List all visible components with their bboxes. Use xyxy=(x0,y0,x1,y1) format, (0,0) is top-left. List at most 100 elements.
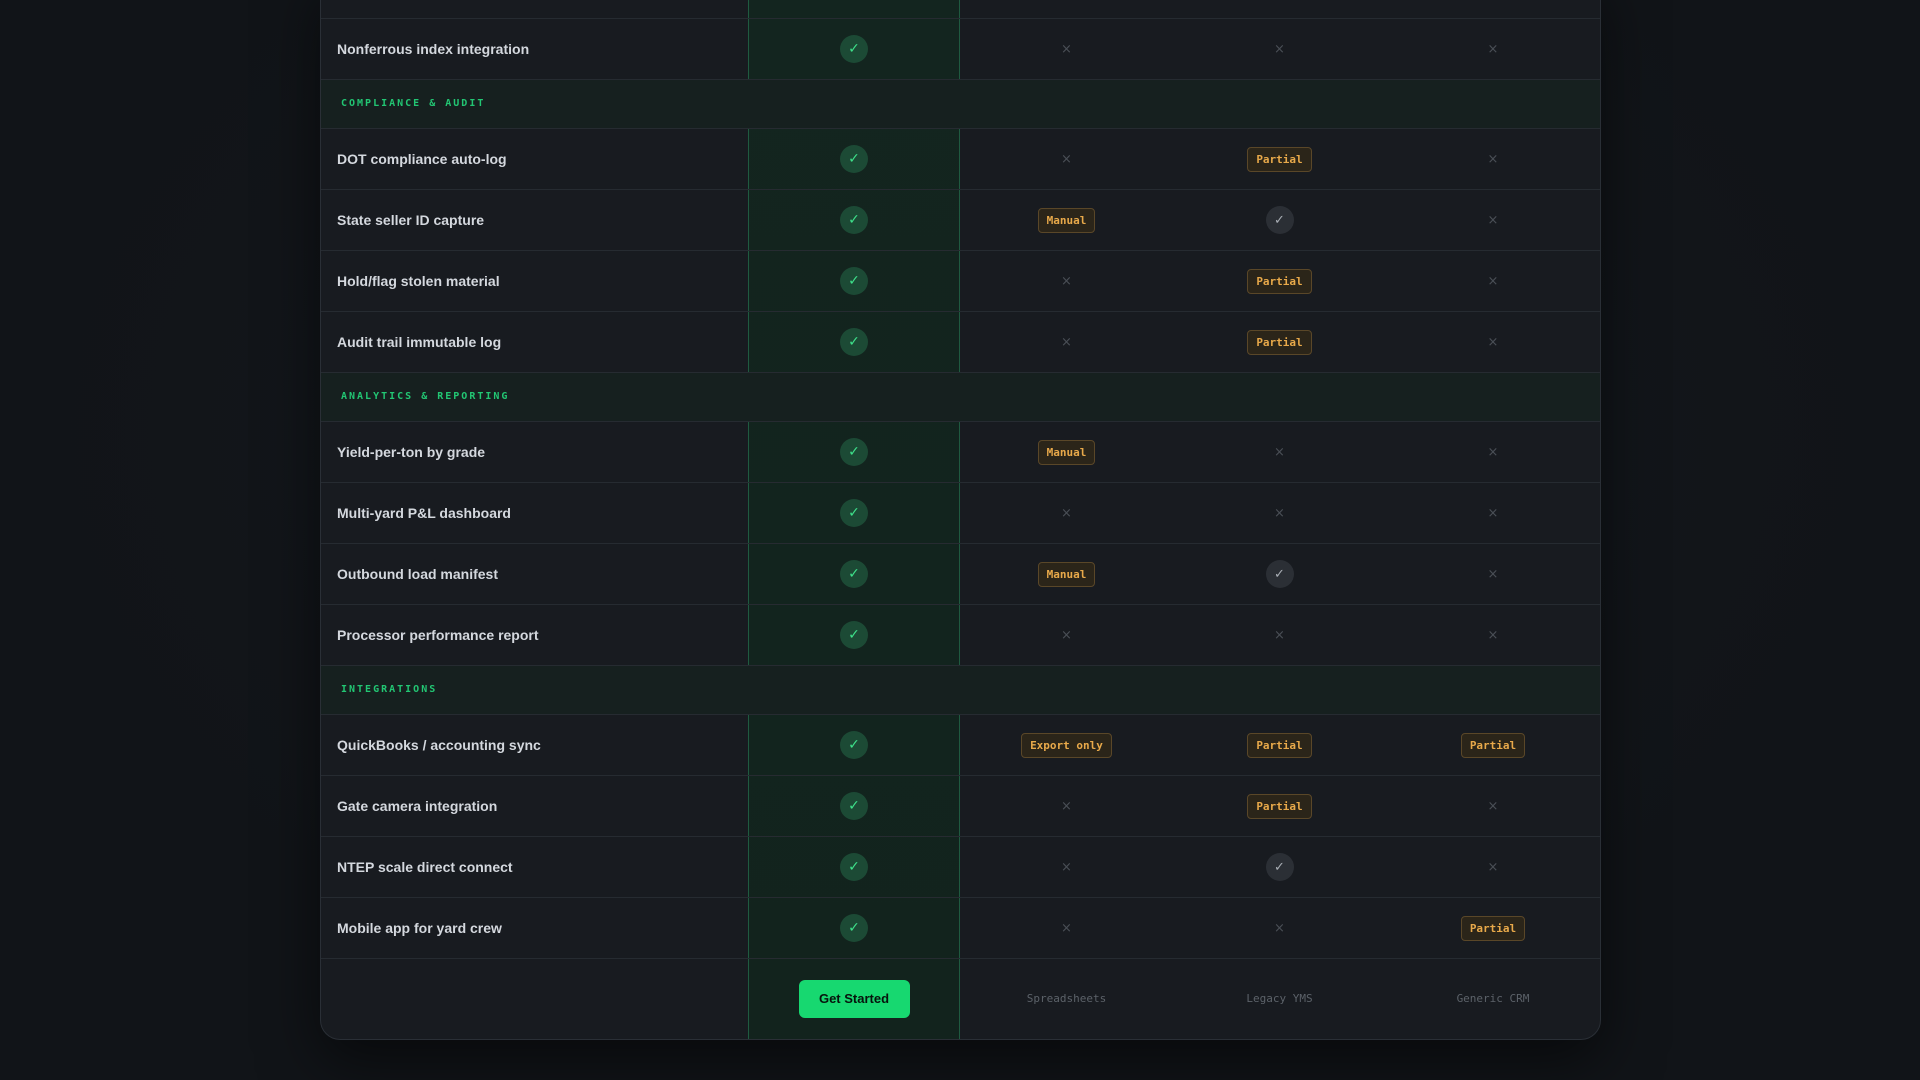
check-icon: ✓ xyxy=(840,499,868,527)
cell-ours: ✓ xyxy=(748,544,960,604)
x-icon: × xyxy=(1061,505,1072,521)
get-started-button[interactable]: Get Started xyxy=(798,979,910,1018)
cell-spreadsheets: Export only xyxy=(960,715,1173,775)
x-icon: × xyxy=(1487,273,1499,289)
check-icon: ✓ xyxy=(840,328,868,356)
feature-name: Processor performance report xyxy=(337,627,539,643)
cell-spreadsheets: × xyxy=(960,312,1173,372)
feature-name: Gate camera integration xyxy=(337,798,498,814)
cell-generic-crm: × xyxy=(1386,837,1600,897)
feature-name: Yield-per-ton by grade xyxy=(337,444,486,460)
section-header: COMPLIANCE & AUDIT xyxy=(321,80,1600,129)
x-icon: × xyxy=(1061,334,1072,350)
table-row: Yield-per-ton by grade ✓ Manual × × xyxy=(321,422,1600,483)
cell-generic-crm: × xyxy=(1386,483,1600,543)
cell-legacy-yms: × xyxy=(1173,483,1386,543)
x-icon: × xyxy=(1061,41,1072,57)
cell-legacy-yms: × xyxy=(1173,898,1386,958)
section-header: INTEGRATIONS xyxy=(321,666,1600,715)
x-icon: × xyxy=(1487,798,1499,814)
cell-spreadsheets: × xyxy=(960,837,1173,897)
table-footer: Get Started Spreadsheets Legacy YMS Gene… xyxy=(321,958,1600,1039)
x-icon: × xyxy=(1487,505,1499,521)
section-label: COMPLIANCE & AUDIT xyxy=(341,98,486,109)
status-badge: Partial xyxy=(1247,732,1312,758)
table-row: NTEP scale direct connect ✓ × ✓ × xyxy=(321,837,1600,898)
section-label: INTEGRATIONS xyxy=(341,684,438,695)
x-icon: × xyxy=(1487,334,1499,350)
cell-generic-crm: × xyxy=(1386,544,1600,604)
x-icon: × xyxy=(1487,566,1499,582)
cell-generic-crm: × xyxy=(1386,19,1600,79)
cell-spreadsheets: × xyxy=(960,251,1173,311)
cell-legacy-yms: Partial xyxy=(1173,129,1386,189)
status-badge: Partial xyxy=(1247,329,1312,355)
cell-spreadsheets: Manual xyxy=(960,544,1173,604)
table-row: Outbound load manifest ✓ Manual ✓ × xyxy=(321,544,1600,605)
cell-ours: ✓ xyxy=(748,251,960,311)
x-icon: × xyxy=(1274,920,1285,936)
check-icon: ✓ xyxy=(840,914,868,942)
cell-legacy-yms: Partial xyxy=(1173,715,1386,775)
x-icon: × xyxy=(1487,627,1499,643)
footer-col-spreadsheets: Spreadsheets xyxy=(960,958,1173,1039)
comparison-table: Nonferrous index integration ✓ × × × COMPLIAN… xyxy=(320,0,1601,1040)
section-header: ANALYTICS & REPORTING xyxy=(321,373,1600,422)
cell-ours: ✓ xyxy=(748,483,960,543)
table-row: Hold/flag stolen material ✓ × Partial × xyxy=(321,251,1600,312)
feature-name: NTEP scale direct connect xyxy=(337,859,513,875)
column-label-spreadsheets: Spreadsheets xyxy=(1026,992,1107,1005)
check-icon: ✓ xyxy=(1265,560,1294,588)
cell-legacy-yms: × xyxy=(1173,605,1386,665)
cell-generic-crm: × xyxy=(1386,605,1600,665)
cell-generic-crm: Partial xyxy=(1386,715,1600,775)
status-badge: Partial xyxy=(1247,793,1312,819)
x-icon: × xyxy=(1274,41,1285,57)
cell-legacy-yms: ✓ xyxy=(1173,544,1386,604)
footer-cta-cell: Get Started xyxy=(748,958,960,1039)
feature-name: Multi-yard P&L dashboard xyxy=(337,505,511,521)
column-label-legacy-yms: Legacy YMS xyxy=(1246,992,1313,1005)
table-row: Nonferrous index integration ✓ × × × xyxy=(321,19,1600,80)
cell-ours: ✓ xyxy=(748,776,960,836)
cell-spreadsheets: × xyxy=(960,483,1173,543)
check-icon: ✓ xyxy=(840,267,868,295)
feature-name: Nonferrous index integration xyxy=(337,41,530,57)
cell-generic-crm: × xyxy=(1386,251,1600,311)
feature-name: DOT compliance auto-log xyxy=(337,151,507,167)
feature-name: Audit trail immutable log xyxy=(337,334,502,350)
table-row: Processor performance report ✓ × × × xyxy=(321,605,1600,666)
x-icon: × xyxy=(1487,212,1499,228)
table-row: DOT compliance auto-log ✓ × Partial × xyxy=(321,129,1600,190)
cell-spreadsheets: × xyxy=(960,898,1173,958)
status-badge: Partial xyxy=(1460,915,1526,941)
cell-spreadsheets: × xyxy=(960,605,1173,665)
cell-spreadsheets: Manual xyxy=(960,190,1173,250)
cell-ours: ✓ xyxy=(748,837,960,897)
check-icon: ✓ xyxy=(1265,853,1294,881)
cell-ours: ✓ xyxy=(748,422,960,482)
x-icon: × xyxy=(1487,859,1499,875)
feature-name: Hold/flag stolen material xyxy=(337,273,500,289)
cell-ours: ✓ xyxy=(748,605,960,665)
check-icon: ✓ xyxy=(840,438,868,466)
cell-generic-crm: × xyxy=(1386,776,1600,836)
cell-ours: ✓ xyxy=(748,312,960,372)
status-badge: Partial xyxy=(1247,146,1312,172)
feature-name: QuickBooks / accounting sync xyxy=(337,737,541,753)
status-badge: Manual xyxy=(1037,207,1096,233)
cell-legacy-yms: ✓ xyxy=(1173,837,1386,897)
status-badge: Partial xyxy=(1247,268,1312,294)
table-row: QuickBooks / accounting sync ✓ Export only… xyxy=(321,715,1600,776)
cell-ours: ✓ xyxy=(748,129,960,189)
cell-legacy-yms: Partial xyxy=(1173,312,1386,372)
status-badge: Manual xyxy=(1037,439,1096,465)
cell-legacy-yms: ✓ xyxy=(1173,190,1386,250)
check-icon: ✓ xyxy=(840,731,868,759)
cell-generic-crm: × xyxy=(1386,312,1600,372)
page: Nonferrous index integration ✓ × × × COMPLIAN… xyxy=(0,0,1920,1080)
cell-ours: ✓ xyxy=(748,715,960,775)
check-icon: ✓ xyxy=(840,206,868,234)
x-icon: × xyxy=(1061,273,1072,289)
x-icon: × xyxy=(1061,920,1072,936)
